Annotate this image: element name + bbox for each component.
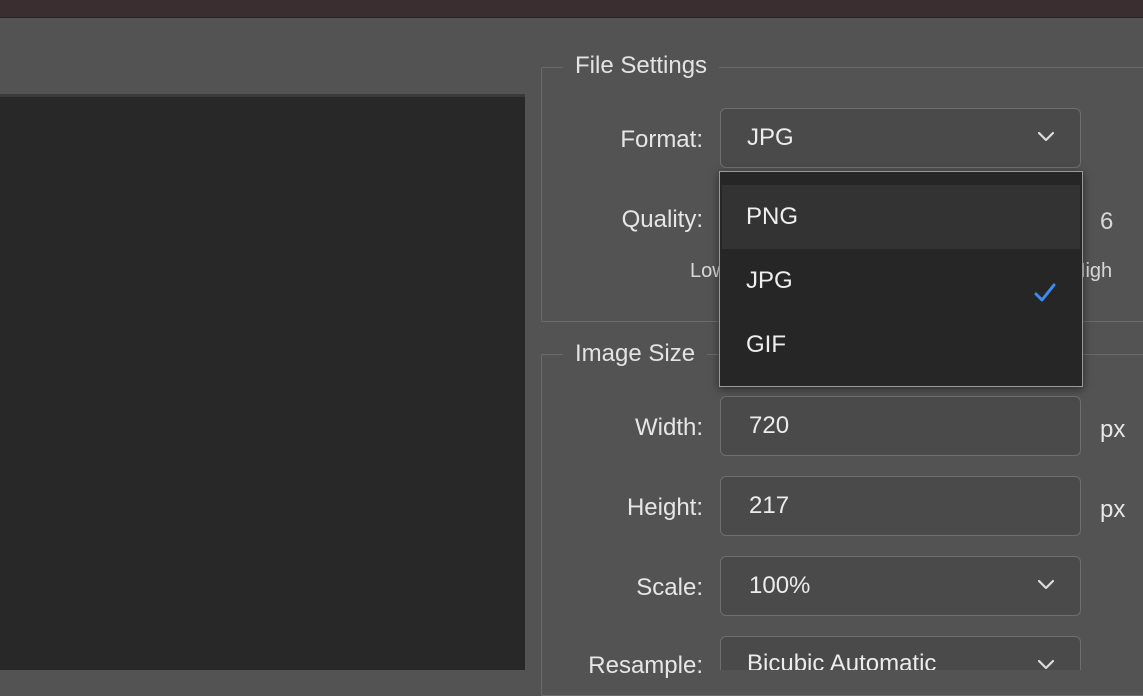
resample-label: Resample:: [588, 652, 703, 679]
scale-label: Scale:: [636, 574, 703, 601]
format-select[interactable]: JPG: [720, 108, 1081, 168]
image-preview-area: [0, 94, 525, 670]
scale-select[interactable]: 100%: [720, 556, 1081, 616]
format-option-gif[interactable]: GIF: [722, 313, 1080, 377]
width-input[interactable]: 720: [720, 396, 1081, 456]
quality-value: 6: [1100, 208, 1114, 235]
height-label: Height:: [626, 494, 703, 521]
width-input-value: 720: [749, 412, 790, 439]
height-input[interactable]: 217: [720, 476, 1081, 536]
file-settings-legend: File Settings: [563, 52, 720, 80]
title-bar: [0, 0, 1143, 18]
format-option-jpg[interactable]: JPG: [722, 249, 1080, 313]
format-select-value: JPG: [747, 124, 794, 151]
scale-select-value: 100%: [749, 572, 811, 599]
resample-select-value: Bicubic Automatic: [747, 650, 937, 670]
preview-header: [0, 18, 525, 94]
image-size-legend: Image Size: [563, 340, 708, 368]
chevron-down-icon: [1036, 127, 1056, 147]
checkmark-icon: [1032, 267, 1058, 302]
width-label: Width:: [634, 414, 703, 441]
format-dropdown-menu: PNG JPG GIF: [719, 171, 1083, 387]
chevron-down-icon: [1036, 575, 1056, 595]
format-label: Format:: [620, 126, 703, 153]
width-unit: px: [1100, 416, 1126, 443]
format-option-label: JPG: [746, 267, 793, 294]
format-option-label: GIF: [746, 331, 786, 358]
chevron-down-icon: [1036, 655, 1056, 670]
quality-label: Quality:: [621, 206, 703, 233]
format-option-png[interactable]: PNG: [722, 185, 1080, 249]
format-option-label: PNG: [746, 203, 799, 230]
height-input-value: 217: [749, 492, 790, 519]
height-unit: px: [1100, 496, 1126, 523]
resample-select[interactable]: Bicubic Automatic: [720, 636, 1081, 670]
